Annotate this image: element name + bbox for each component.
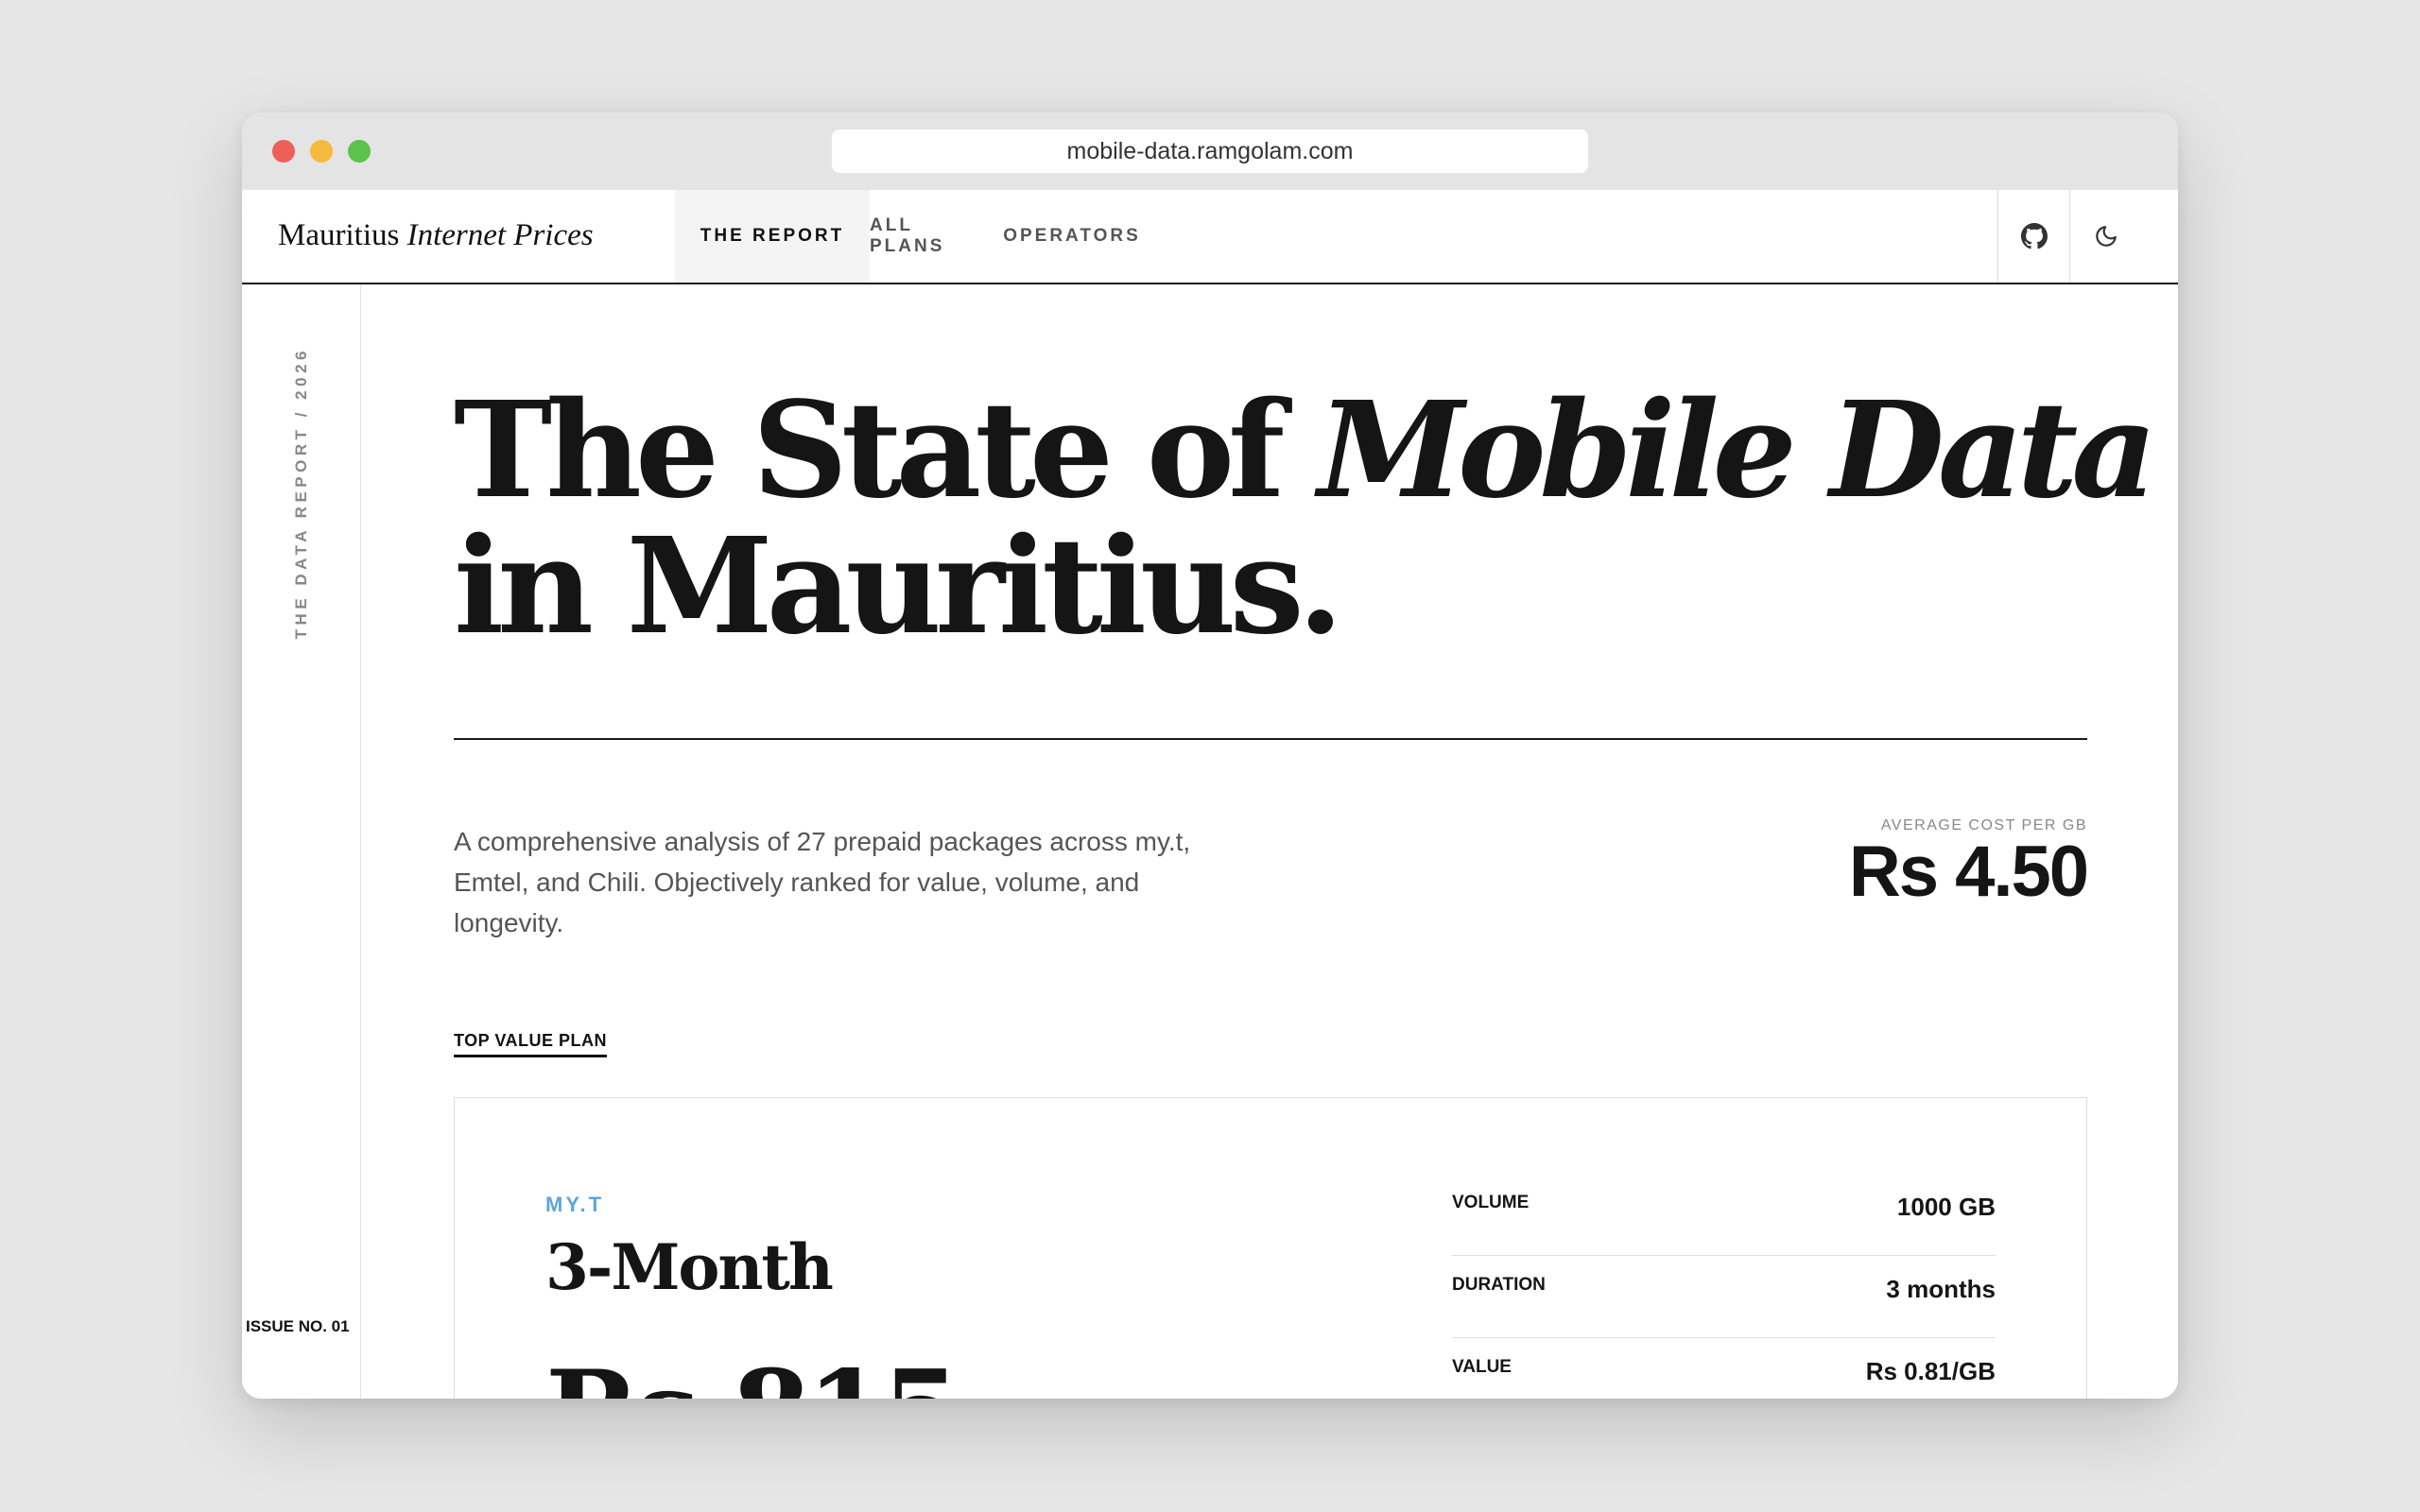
title-italic: Mobile Data — [1318, 373, 2157, 528]
logo-suffix: Internet Prices — [406, 218, 594, 252]
spec-value: Rs 0.81/GB — [1865, 1357, 1996, 1385]
theme-toggle-button[interactable] — [2069, 190, 2141, 283]
spec-row-value: VALUE Rs 0.81/GB — [1452, 1338, 1996, 1399]
spec-value: 1000 GB — [1896, 1193, 1996, 1221]
site-logo[interactable]: Mauritius Internet Prices — [278, 218, 594, 253]
plan-price: Rs 815 — [545, 1346, 961, 1399]
nav-all-plans[interactable]: ALL PLANS — [870, 190, 993, 283]
browser-window: mobile-data.ramgolam.com Mauritius Inter… — [242, 112, 2178, 1399]
maximize-window-button[interactable] — [348, 140, 371, 163]
top-plan-card: MY.T 3-Month Rs 815 VOLUME 1000 GB DURAT… — [454, 1097, 2087, 1399]
address-bar[interactable]: mobile-data.ramgolam.com — [832, 129, 1588, 173]
browser-chrome: mobile-data.ramgolam.com — [242, 112, 2178, 190]
spec-label: DURATION — [1452, 1275, 1546, 1295]
plan-name: 3-Month — [545, 1230, 834, 1304]
minimize-window-button[interactable] — [310, 140, 333, 163]
nav-the-report[interactable]: THE REPORT — [675, 190, 870, 283]
close-window-button[interactable] — [272, 140, 295, 163]
page: Mauritius Internet Prices THE REPORT ALL… — [242, 190, 2178, 1399]
github-button[interactable] — [1997, 190, 2069, 283]
spec-label: VOLUME — [1452, 1193, 1530, 1212]
top-navigation: Mauritius Internet Prices THE REPORT ALL… — [242, 190, 2178, 284]
logo-prefix: Mauritius — [278, 218, 400, 252]
nav-the-report-label: THE REPORT — [700, 226, 845, 246]
spec-label: VALUE — [1452, 1357, 1512, 1377]
page-title: The State of Mobile Data in Mauritius. — [454, 383, 2157, 655]
plan-specs: VOLUME 1000 GB DURATION 3 months VALUE R… — [1452, 1174, 1996, 1399]
top-value-plan-heading: TOP VALUE PLAN — [454, 1031, 608, 1057]
average-cost-value: Rs 4.50 — [1848, 832, 2089, 912]
title-plain: The State of — [454, 373, 1285, 528]
report-year-label: THE DATA REPORT / 2026 — [292, 347, 310, 640]
issue-number: ISSUE NO. 01 — [246, 1317, 350, 1335]
spec-row-duration: DURATION 3 months — [1452, 1256, 1996, 1338]
sidebar: THE DATA REPORT / 2026 ISSUE NO. 01 — [242, 284, 361, 1399]
moon-icon — [2095, 226, 2117, 247]
spec-value: 3 months — [1886, 1275, 1996, 1303]
github-icon — [2020, 223, 2048, 249]
plan-operator: MY.T — [545, 1193, 605, 1216]
address-bar-url: mobile-data.ramgolam.com — [1066, 137, 1354, 164]
nav-operators[interactable]: OPERATORS — [998, 190, 1146, 283]
nav-all-plans-label: ALL PLANS — [870, 215, 945, 256]
nav-operators-label: OPERATORS — [1003, 226, 1141, 246]
hero-divider — [454, 738, 2087, 740]
spec-row-volume: VOLUME 1000 GB — [1452, 1174, 1996, 1256]
title-line-2: in Mauritius. — [454, 509, 1343, 664]
intro-paragraph: A comprehensive analysis of 27 prepaid p… — [454, 827, 1191, 937]
